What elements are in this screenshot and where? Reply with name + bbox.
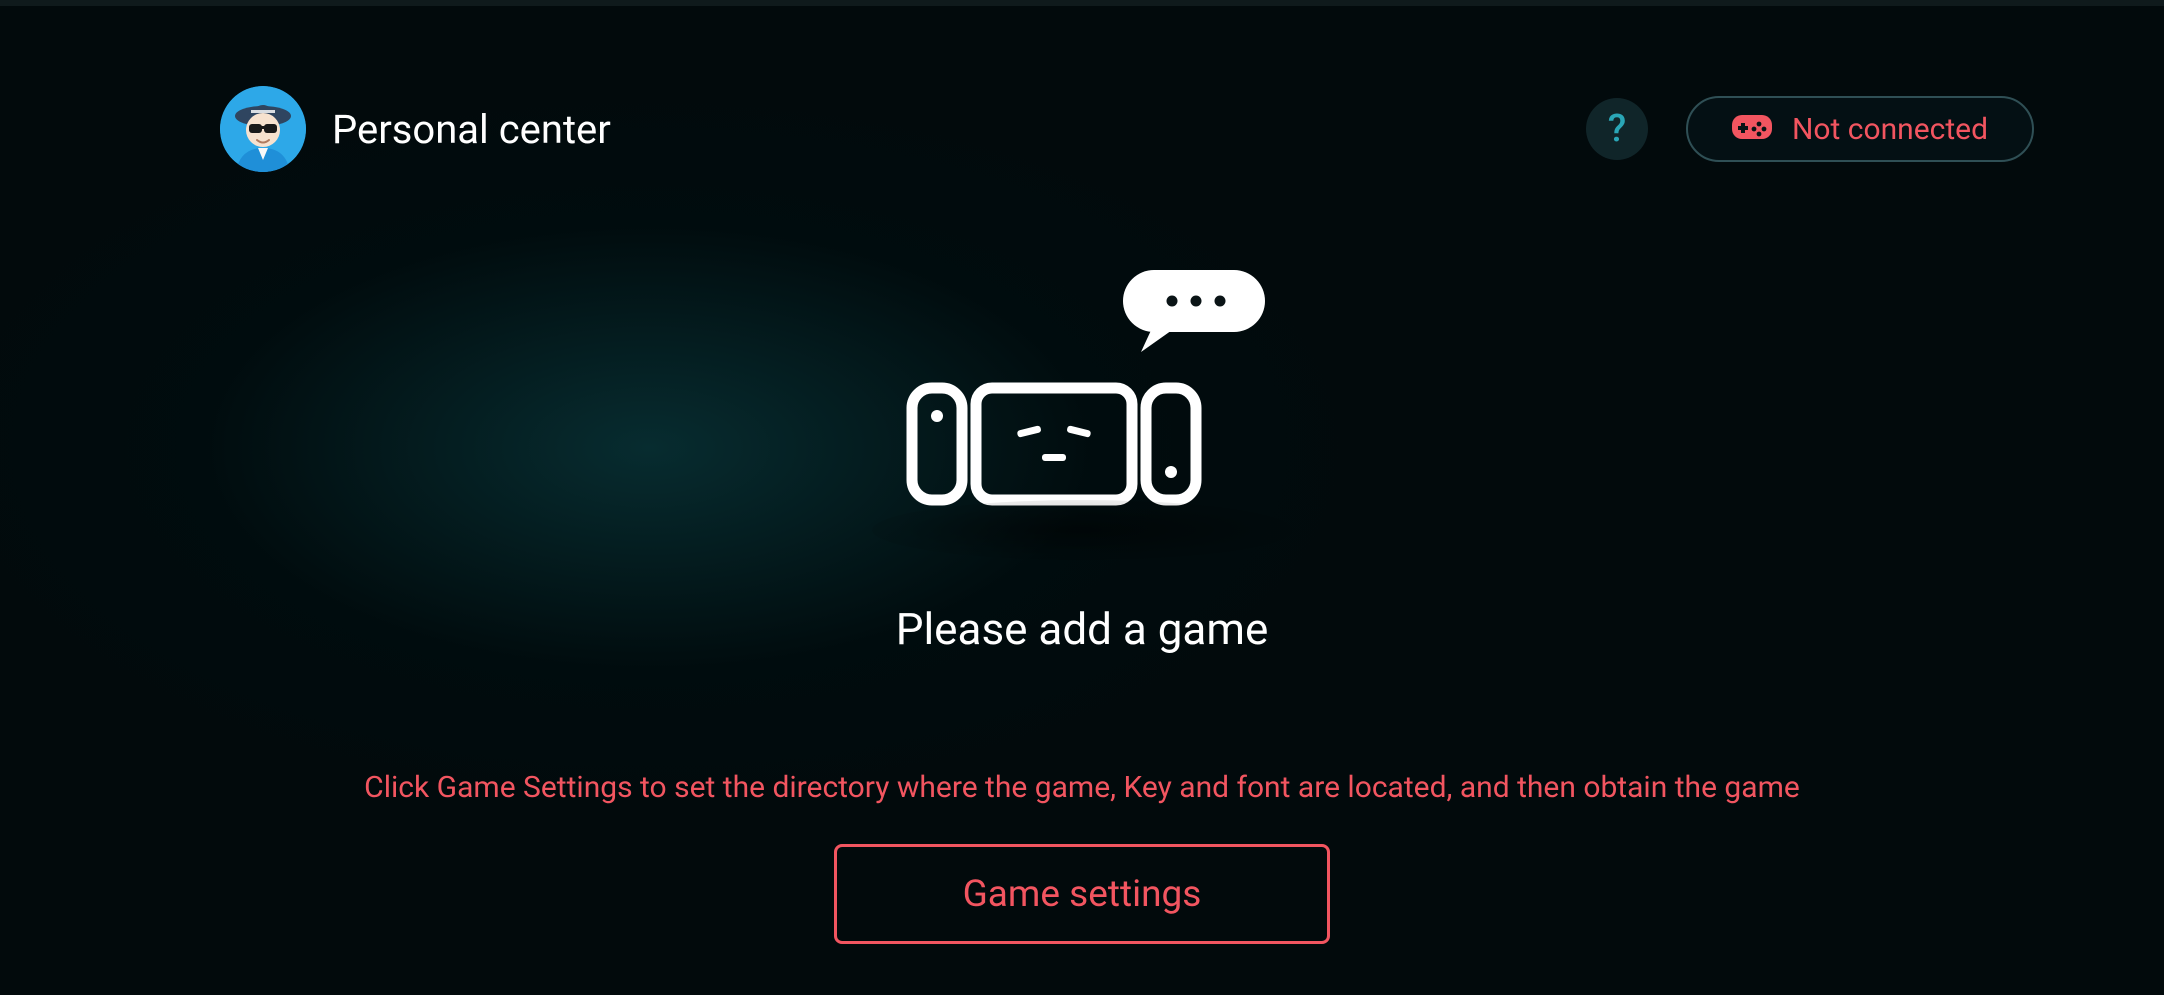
connection-label: Not connected <box>1792 112 1988 147</box>
connection-status-button[interactable]: Not connected <box>1686 96 2034 162</box>
shadow <box>872 500 1292 560</box>
console-speech-icon <box>857 270 1307 530</box>
help-icon: ? <box>1608 107 1626 151</box>
top-border <box>0 0 2164 6</box>
page-title: Personal center <box>332 106 611 153</box>
game-settings-button[interactable]: Game settings <box>834 844 1330 944</box>
avatar-icon <box>220 86 306 172</box>
gamepad-icon <box>1732 113 1772 145</box>
help-button[interactable]: ? <box>1586 98 1648 160</box>
empty-state-title: Please add a game <box>0 603 2164 655</box>
header: Personal center ? Not connected <box>220 86 2034 172</box>
header-left: Personal center <box>220 86 611 172</box>
header-right: ? Not connected <box>1586 96 2034 162</box>
empty-state-illustration <box>857 270 1307 530</box>
hint-text: Click Game Settings to set the directory… <box>0 770 2164 805</box>
game-settings-button-label: Game settings <box>963 873 1202 916</box>
avatar[interactable] <box>220 86 306 172</box>
